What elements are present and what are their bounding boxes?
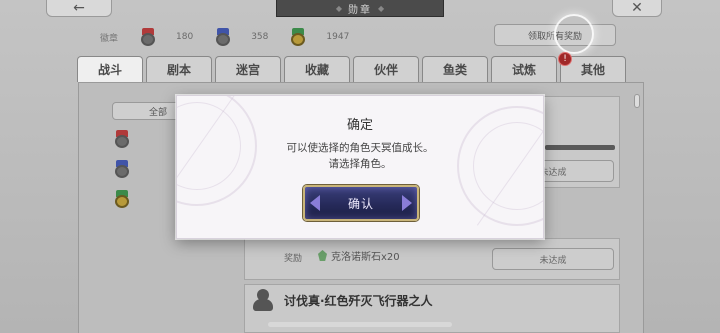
side-medal-filter [114,130,130,208]
close-icon: ✕ [631,0,643,16]
medal-count-value: 180 [176,32,194,42]
achievement-title: 讨伐真·红色歼灭飞行器之人 [284,294,433,308]
window-title-bar: ◆ 勋章 ◆ [276,0,444,17]
scrollbar[interactable] [634,94,640,108]
wing-ornament-icon [310,195,320,211]
red-medal-icon [140,28,156,46]
tab-trial[interactable]: 试炼 [491,56,557,82]
tab-scenario[interactable]: 剧本 [146,56,212,82]
ornament-icon: ◆ [378,3,385,13]
status-button[interactable]: 未达成 [492,248,614,270]
home-indicator[interactable] [268,322,452,327]
confirm-dialog: 确定 可以使选择的角色天冥值成长。 请选择角色。 确认 [176,95,544,239]
notification-badge: ! [558,52,572,66]
dialog-message-line: 请选择角色。 [328,158,392,170]
progress-bar [545,145,615,150]
filter-dropdown[interactable]: 全部 [112,102,182,120]
back-button[interactable]: ← [46,0,112,17]
medal-count-green: 1947 [290,28,349,46]
medal-tier-summary: 徽章 180 358 1947 [100,28,371,46]
red-medal-icon[interactable] [114,130,130,148]
tutorial-highlight-ring [554,14,594,54]
confirm-button-label: 确认 [347,196,374,211]
dialog-title: 确定 [346,118,373,133]
medal-count-value: 358 [251,32,269,42]
silhouette-icon [252,289,274,311]
green-medal-icon [290,28,306,46]
medal-count-blue: 358 [215,28,268,46]
blue-medal-icon [215,28,231,46]
tab-companion[interactable]: 伙伴 [353,56,419,82]
wing-ornament-icon [402,195,412,211]
reward-item-text: 克洛诺斯石x20 [331,252,400,263]
category-tabs: 战斗 剧本 迷宫 收藏 伙伴 鱼类 试炼 其他 [77,56,629,82]
arrow-left-icon: ← [73,0,85,16]
dialog-message-line: 可以使选择的角色天冥值成长。 [286,142,434,154]
tab-labyrinth[interactable]: 迷宫 [215,56,281,82]
tab-collection[interactable]: 收藏 [284,56,350,82]
gem-icon [318,250,327,261]
medal-count-value: 1947 [326,32,350,42]
blue-medal-icon[interactable] [114,160,130,178]
confirm-button[interactable]: 确认 [303,185,419,221]
green-medal-icon[interactable] [114,190,130,208]
tab-fish[interactable]: 鱼类 [422,56,488,82]
ornament-icon: ◆ [335,3,342,13]
dialog-message: 可以使选择的角色天冥值成长。 请选择角色。 [177,140,543,172]
reward-label: 奖励 [284,254,303,264]
tab-battle[interactable]: 战斗 [77,56,143,82]
page-title: 勋章 [348,4,372,16]
medal-count-red: 180 [140,28,193,46]
reward-item: 克洛诺斯石x20 [318,248,400,263]
tier-label: 徽章 [100,33,119,44]
close-button[interactable]: ✕ [612,0,662,17]
